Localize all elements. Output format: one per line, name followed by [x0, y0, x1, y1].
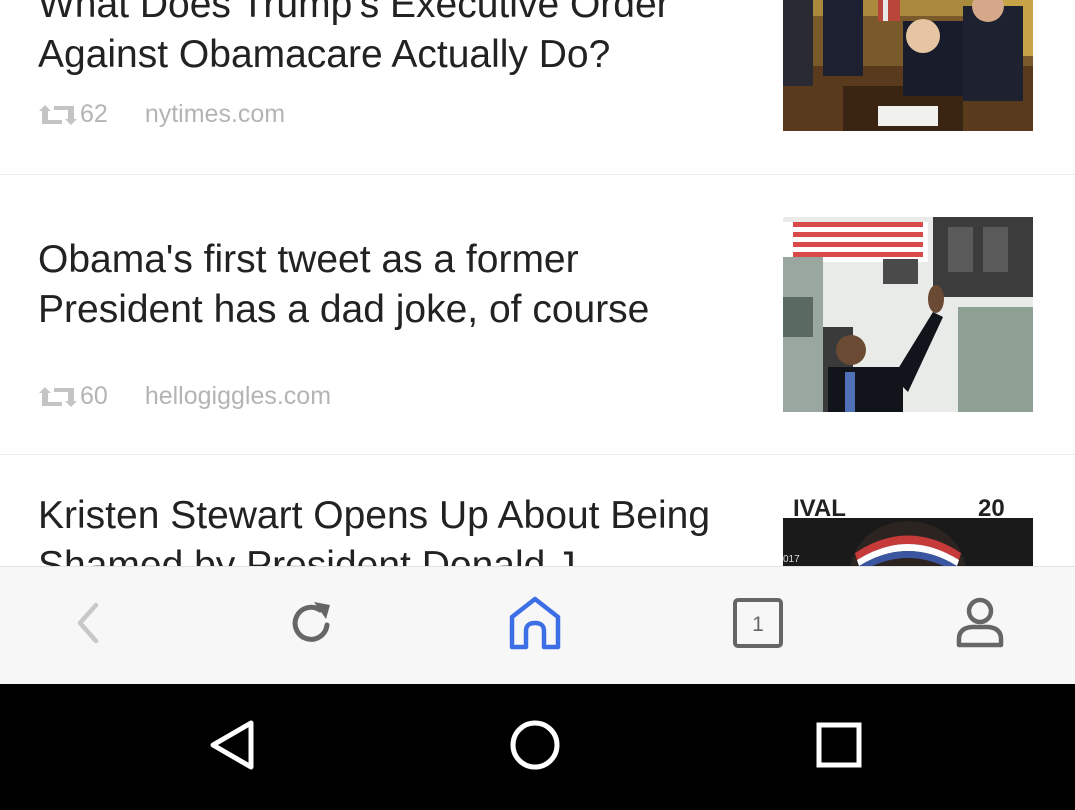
source-domain: nytimes.com	[144, 100, 286, 128]
article-title[interactable]: Obama's first tweet as a former Presiden…	[38, 235, 738, 335]
tabs-button[interactable]: 1	[728, 595, 788, 655]
nav-home-icon	[505, 715, 565, 780]
article-thumbnail[interactable]	[783, 0, 1033, 131]
home-icon	[505, 593, 565, 658]
nav-back-icon	[203, 715, 263, 780]
nav-home-button[interactable]	[505, 717, 565, 777]
android-nav-bar	[0, 684, 1075, 810]
article-feed: What Does Trump's Executive Order Agains…	[0, 0, 1075, 566]
share-count: 62	[80, 100, 108, 128]
browser-toolbar: 1	[0, 566, 1075, 684]
source-domain: hellogiggles.com	[144, 382, 332, 410]
profile-button[interactable]	[950, 595, 1010, 655]
nav-back-button[interactable]	[203, 717, 263, 777]
nav-recents-icon	[809, 715, 869, 780]
retweet-icon	[38, 384, 78, 410]
article-title[interactable]: Kristen Stewart Opens Up About Being Sha…	[38, 491, 738, 566]
back-button[interactable]	[58, 595, 118, 655]
home-button[interactable]	[505, 595, 565, 655]
article-card[interactable]: Obama's first tweet as a former Presiden…	[0, 175, 1075, 455]
article-card[interactable]: Kristen Stewart Opens Up About Being Sha…	[0, 455, 1075, 566]
article-meta: 60 hellogiggles.com	[38, 382, 331, 411]
retweet-icon	[38, 102, 78, 128]
back-icon	[58, 593, 118, 658]
svg-text:20: 20	[978, 498, 1005, 522]
article-thumbnail[interactable]: IVAL 20 017	[783, 498, 1033, 566]
tab-count: 1	[752, 613, 764, 636]
svg-text:IVAL: IVAL	[793, 498, 846, 522]
article-card[interactable]: What Does Trump's Executive Order Agains…	[0, 0, 1075, 175]
article-meta: 62 nytimes.com	[38, 100, 285, 129]
reload-icon	[282, 593, 342, 658]
profile-icon	[950, 593, 1010, 658]
article-thumbnail[interactable]	[783, 217, 1033, 412]
article-title[interactable]: What Does Trump's Executive Order Agains…	[38, 0, 738, 80]
share-count: 60	[80, 382, 108, 410]
svg-text:017: 017	[783, 554, 800, 565]
reload-button[interactable]	[282, 595, 342, 655]
nav-recents-button[interactable]	[809, 717, 869, 777]
